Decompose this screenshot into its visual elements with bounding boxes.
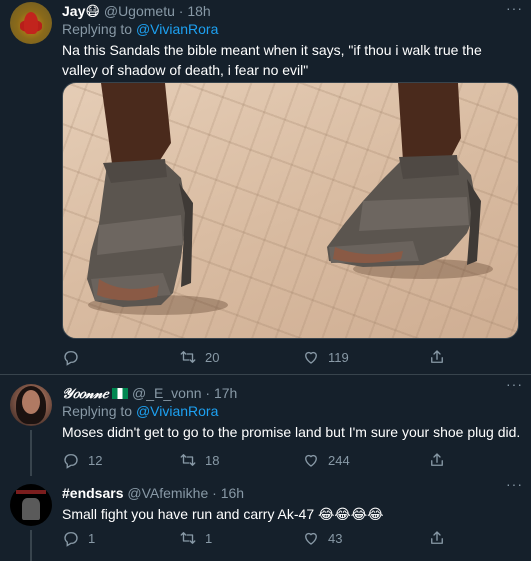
tweet-header: #endsars @VAfemikhe · 16h — [62, 484, 521, 502]
share-icon — [431, 453, 443, 466]
retweet-icon — [180, 532, 196, 544]
reply-button[interactable]: 1 — [62, 529, 95, 547]
heart-icon — [305, 351, 317, 364]
like-count: 119 — [328, 349, 349, 365]
more-options-icon[interactable]: ··· — [506, 0, 523, 16]
like-button[interactable]: 119 — [302, 348, 349, 366]
display-name[interactable]: #endsars — [62, 485, 123, 501]
timestamp[interactable]: 18h — [187, 3, 210, 19]
like-count: 43 — [328, 530, 343, 546]
retweet-button[interactable]: 20 — [179, 348, 219, 366]
tweet-header: 𝒴𝑜𝑜𝓃𝓃𝑒 @_E_vonn · 17h — [62, 384, 521, 402]
avatar[interactable] — [10, 384, 52, 426]
avatar-banner — [16, 490, 46, 494]
sandals-photo — [87, 83, 493, 315]
avatar-figure-head — [24, 12, 38, 34]
user-handle[interactable]: @Ugometu — [104, 3, 175, 19]
replying-to-link[interactable]: @VivianRora — [136, 21, 218, 37]
share-button[interactable] — [428, 529, 446, 547]
like-button[interactable]: 43 — [302, 529, 342, 547]
retweet-count: 18 — [205, 452, 220, 468]
display-name[interactable]: 𝒴𝑜𝑜𝓃𝓃𝑒 — [62, 386, 108, 402]
nigeria-flag-icon — [112, 388, 129, 399]
heart-icon — [305, 532, 317, 545]
reply-icon — [64, 351, 78, 366]
avatar-face — [22, 390, 40, 414]
separator-dot: · — [212, 485, 217, 501]
timestamp[interactable]: 17h — [214, 385, 237, 401]
retweet-count: 1 — [205, 530, 213, 546]
separator-dot: · — [205, 385, 211, 401]
heart-icon — [305, 454, 317, 467]
thread-line — [30, 530, 32, 561]
more-options-icon[interactable]: ··· — [506, 376, 523, 392]
reply-button[interactable] — [62, 348, 88, 366]
mask-emoji-icon: 😷 — [85, 4, 100, 20]
replying-to-link[interactable]: @VivianRora — [136, 403, 218, 419]
like-button[interactable]: 244 — [302, 451, 350, 469]
tweet-photo[interactable] — [62, 82, 519, 339]
tweet[interactable]: 𝒴𝑜𝑜𝓃𝓃𝑒 @_E_vonn · 17h Replying to @Vivia… — [0, 376, 531, 476]
separator-dot: · — [178, 3, 184, 19]
display-name[interactable]: Jay — [62, 3, 85, 19]
replying-to: Replying to @VivianRora — [62, 20, 521, 38]
tweet[interactable]: #endsars @VAfemikhe · 16h Small fight yo… — [0, 476, 531, 561]
retweet-icon — [180, 454, 196, 466]
avatar[interactable] — [10, 484, 52, 526]
retweet-icon — [180, 351, 196, 363]
like-count: 244 — [328, 452, 350, 468]
reply-button[interactable]: 12 — [62, 451, 102, 469]
reply-count: 1 — [88, 530, 96, 546]
share-icon — [431, 350, 443, 363]
replying-to: Replying to @VivianRora — [62, 402, 521, 420]
tweet[interactable]: Jay😷 @Ugometu · 18h Replying to @VivianR… — [0, 0, 531, 375]
retweet-button[interactable]: 18 — [179, 451, 219, 469]
retweet-count: 20 — [205, 349, 220, 365]
share-button[interactable] — [428, 451, 446, 469]
timestamp[interactable]: 16h — [221, 485, 244, 501]
tweet-text: Small fight you have run and carry Ak-47… — [62, 506, 384, 522]
reply-count: 12 — [88, 452, 103, 468]
tweet-header: Jay😷 @Ugometu · 18h — [62, 2, 521, 20]
share-icon — [431, 531, 443, 544]
share-button[interactable] — [428, 348, 446, 366]
replying-prefix: Replying to — [62, 21, 133, 37]
replying-prefix: Replying to — [62, 403, 133, 419]
user-handle[interactable]: @VAfemikhe — [127, 485, 208, 501]
reply-icon — [64, 454, 78, 469]
thread-line — [30, 430, 32, 476]
retweet-button[interactable]: 1 — [179, 529, 212, 547]
tweet-text: Na this Sandals the bible meant when it … — [62, 42, 482, 78]
more-options-icon[interactable]: ··· — [506, 476, 523, 492]
user-handle[interactable]: @_E_vonn — [132, 385, 201, 401]
reply-icon — [64, 532, 78, 547]
tweet-text: Moses didn't get to go to the promise la… — [62, 424, 521, 440]
avatar[interactable] — [10, 2, 52, 44]
avatar-fist — [22, 498, 40, 520]
